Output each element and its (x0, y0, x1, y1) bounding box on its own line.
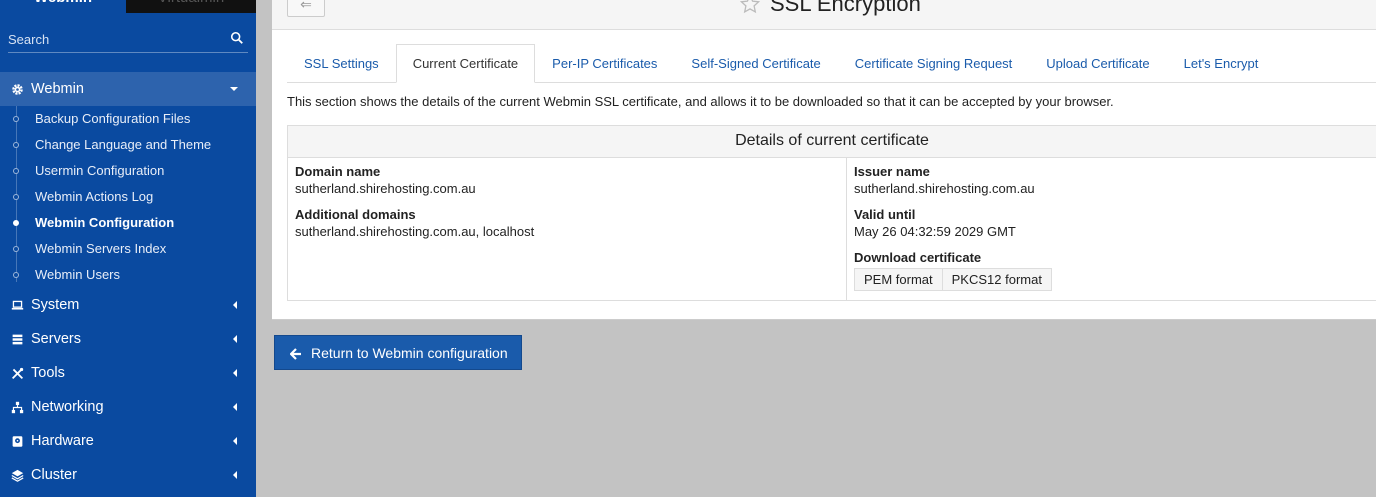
tab-bar: SSL Settings Current Certificate Per-IP … (287, 44, 1275, 83)
sidebar-item-webmin-users[interactable]: Webmin Users (0, 262, 256, 288)
chevron-left-icon (233, 369, 237, 377)
sidebar-item-label: Webmin Actions Log (35, 189, 154, 204)
sidebar-item-label: Change Language and Theme (35, 137, 212, 152)
tab-self-signed-certificate[interactable]: Self-Signed Certificate (674, 44, 837, 83)
sidebar-category-tools[interactable]: Tools (0, 356, 256, 390)
server-icon (11, 333, 24, 346)
search-input[interactable] (8, 27, 208, 51)
sidebar-category-label: System (31, 297, 80, 313)
valid-until-value: May 26 04:32:59 2029 GMT (854, 224, 1016, 239)
content-panel: SSL Settings Current Certificate Per-IP … (272, 30, 1376, 320)
sidebar-category-label: Networking (31, 399, 104, 415)
sidebar-item-backup-configuration-files[interactable]: Backup Configuration Files (0, 106, 256, 132)
sidebar-category-label: Webmin (31, 81, 84, 97)
domain-name-value: sutherland.shirehosting.com.au (295, 181, 476, 196)
network-icon (11, 401, 24, 414)
chevron-left-icon (233, 335, 237, 343)
chevron-left-icon (233, 471, 237, 479)
bullet-icon (13, 142, 19, 148)
page-title: SSL Encryption (770, 0, 921, 16)
back-button[interactable]: ⇐ (287, 0, 325, 17)
issuer-name-label: Issuer name (854, 164, 930, 179)
bullet-icon (13, 116, 19, 122)
certificate-details-heading: Details of current certificate (288, 126, 1376, 158)
sidebar-item-webmin-actions-log[interactable]: Webmin Actions Log (0, 184, 256, 210)
sidebar-item-webmin-configuration[interactable]: Webmin Configuration (0, 210, 256, 236)
return-to-webmin-configuration-button[interactable]: Return to Webmin configuration (274, 335, 522, 370)
product-switcher: Webmin Virtualmin (0, 0, 256, 13)
arrow-left-icon (289, 347, 302, 360)
tab-current-certificate[interactable]: Current Certificate (395, 44, 536, 83)
sidebar-item-usermin-configuration[interactable]: Usermin Configuration (0, 158, 256, 184)
tab-certificate-signing-request[interactable]: Certificate Signing Request (838, 44, 1030, 83)
valid-until-label: Valid until (854, 207, 916, 222)
chevron-left-icon (233, 437, 237, 445)
star-icon[interactable] (739, 0, 761, 14)
sidebar-item-label: Webmin Configuration (35, 215, 175, 230)
bullet-icon (13, 272, 19, 278)
webmin-tab[interactable]: Webmin (0, 0, 126, 13)
sidebar-category-servers[interactable]: Servers (0, 322, 256, 356)
tools-icon (11, 367, 24, 380)
domain-name-label: Domain name (295, 164, 381, 179)
additional-domains-label: Additional domains (295, 207, 416, 222)
sidebar-category-label: Hardware (31, 433, 94, 449)
certificate-left-column: Domain name sutherland.shirehosting.com.… (288, 158, 847, 300)
sidebar-category-label: Cluster (31, 467, 77, 483)
bullet-icon (13, 246, 19, 252)
download-certificate-label: Download certificate (854, 250, 982, 265)
sidebar-category-networking[interactable]: Networking (0, 390, 256, 424)
layers-icon (11, 469, 24, 482)
sidebar-category-label: Servers (31, 331, 81, 347)
return-button-label: Return to Webmin configuration (311, 344, 508, 361)
sidebar-category-cluster[interactable]: Cluster (0, 458, 256, 492)
sidebar-item-webmin-servers-index[interactable]: Webmin Servers Index (0, 236, 256, 262)
laptop-icon (11, 299, 24, 312)
additional-domains-value: sutherland.shirehosting.com.au, localhos… (295, 224, 535, 239)
bullet-icon (13, 168, 19, 174)
sidebar-item-label: Webmin Users (35, 267, 121, 282)
chevron-left-icon (233, 403, 237, 411)
sidebar-category-system[interactable]: System (0, 288, 256, 322)
sidebar: Webmin Virtualmin Webmin Backup Configur… (0, 0, 256, 497)
webmin-submenu: Backup Configuration Files Change Langua… (0, 106, 256, 288)
tab-ssl-settings[interactable]: SSL Settings (287, 44, 396, 83)
hdd-icon (11, 435, 24, 448)
tab-upload-certificate[interactable]: Upload Certificate (1029, 44, 1166, 83)
sidebar-item-change-language-and-theme[interactable]: Change Language and Theme (0, 132, 256, 158)
chevron-left-icon (233, 301, 237, 309)
virtualmin-tab[interactable]: Virtualmin (126, 0, 256, 13)
sidebar-item-label: Usermin Configuration (35, 163, 165, 178)
bullet-icon (13, 220, 19, 226)
intro-text: This section shows the details of the cu… (287, 94, 1114, 109)
bullet-icon (13, 194, 19, 200)
sidebar-category-webmin[interactable]: Webmin (0, 72, 256, 106)
sidebar-item-label: Backup Configuration Files (35, 111, 191, 126)
search-icon[interactable] (230, 31, 246, 47)
pkcs12-format-button[interactable]: PKCS12 format (942, 268, 1052, 291)
chevron-down-icon (230, 87, 238, 91)
gear-icon (11, 83, 24, 96)
tab-lets-encrypt[interactable]: Let's Encrypt (1167, 44, 1276, 83)
tab-per-ip-certificates[interactable]: Per-IP Certificates (535, 44, 674, 83)
sidebar-category-label: Tools (31, 365, 65, 381)
download-format-buttons: PEM format PKCS12 format (854, 268, 1370, 291)
sidebar-search (8, 27, 248, 53)
certificate-details-table: Details of current certificate Domain na… (287, 125, 1376, 301)
pem-format-button[interactable]: PEM format (854, 268, 943, 291)
certificate-right-column: Issuer name sutherland.shirehosting.com.… (847, 158, 1376, 297)
sidebar-categories: System Servers Tools Networking Hardware… (0, 288, 256, 492)
sidebar-item-label: Webmin Servers Index (35, 241, 167, 256)
issuer-name-value: sutherland.shirehosting.com.au (854, 181, 1035, 196)
page-header: ⇐ SSL Encryption (272, 0, 1376, 30)
sidebar-category-hardware[interactable]: Hardware (0, 424, 256, 458)
